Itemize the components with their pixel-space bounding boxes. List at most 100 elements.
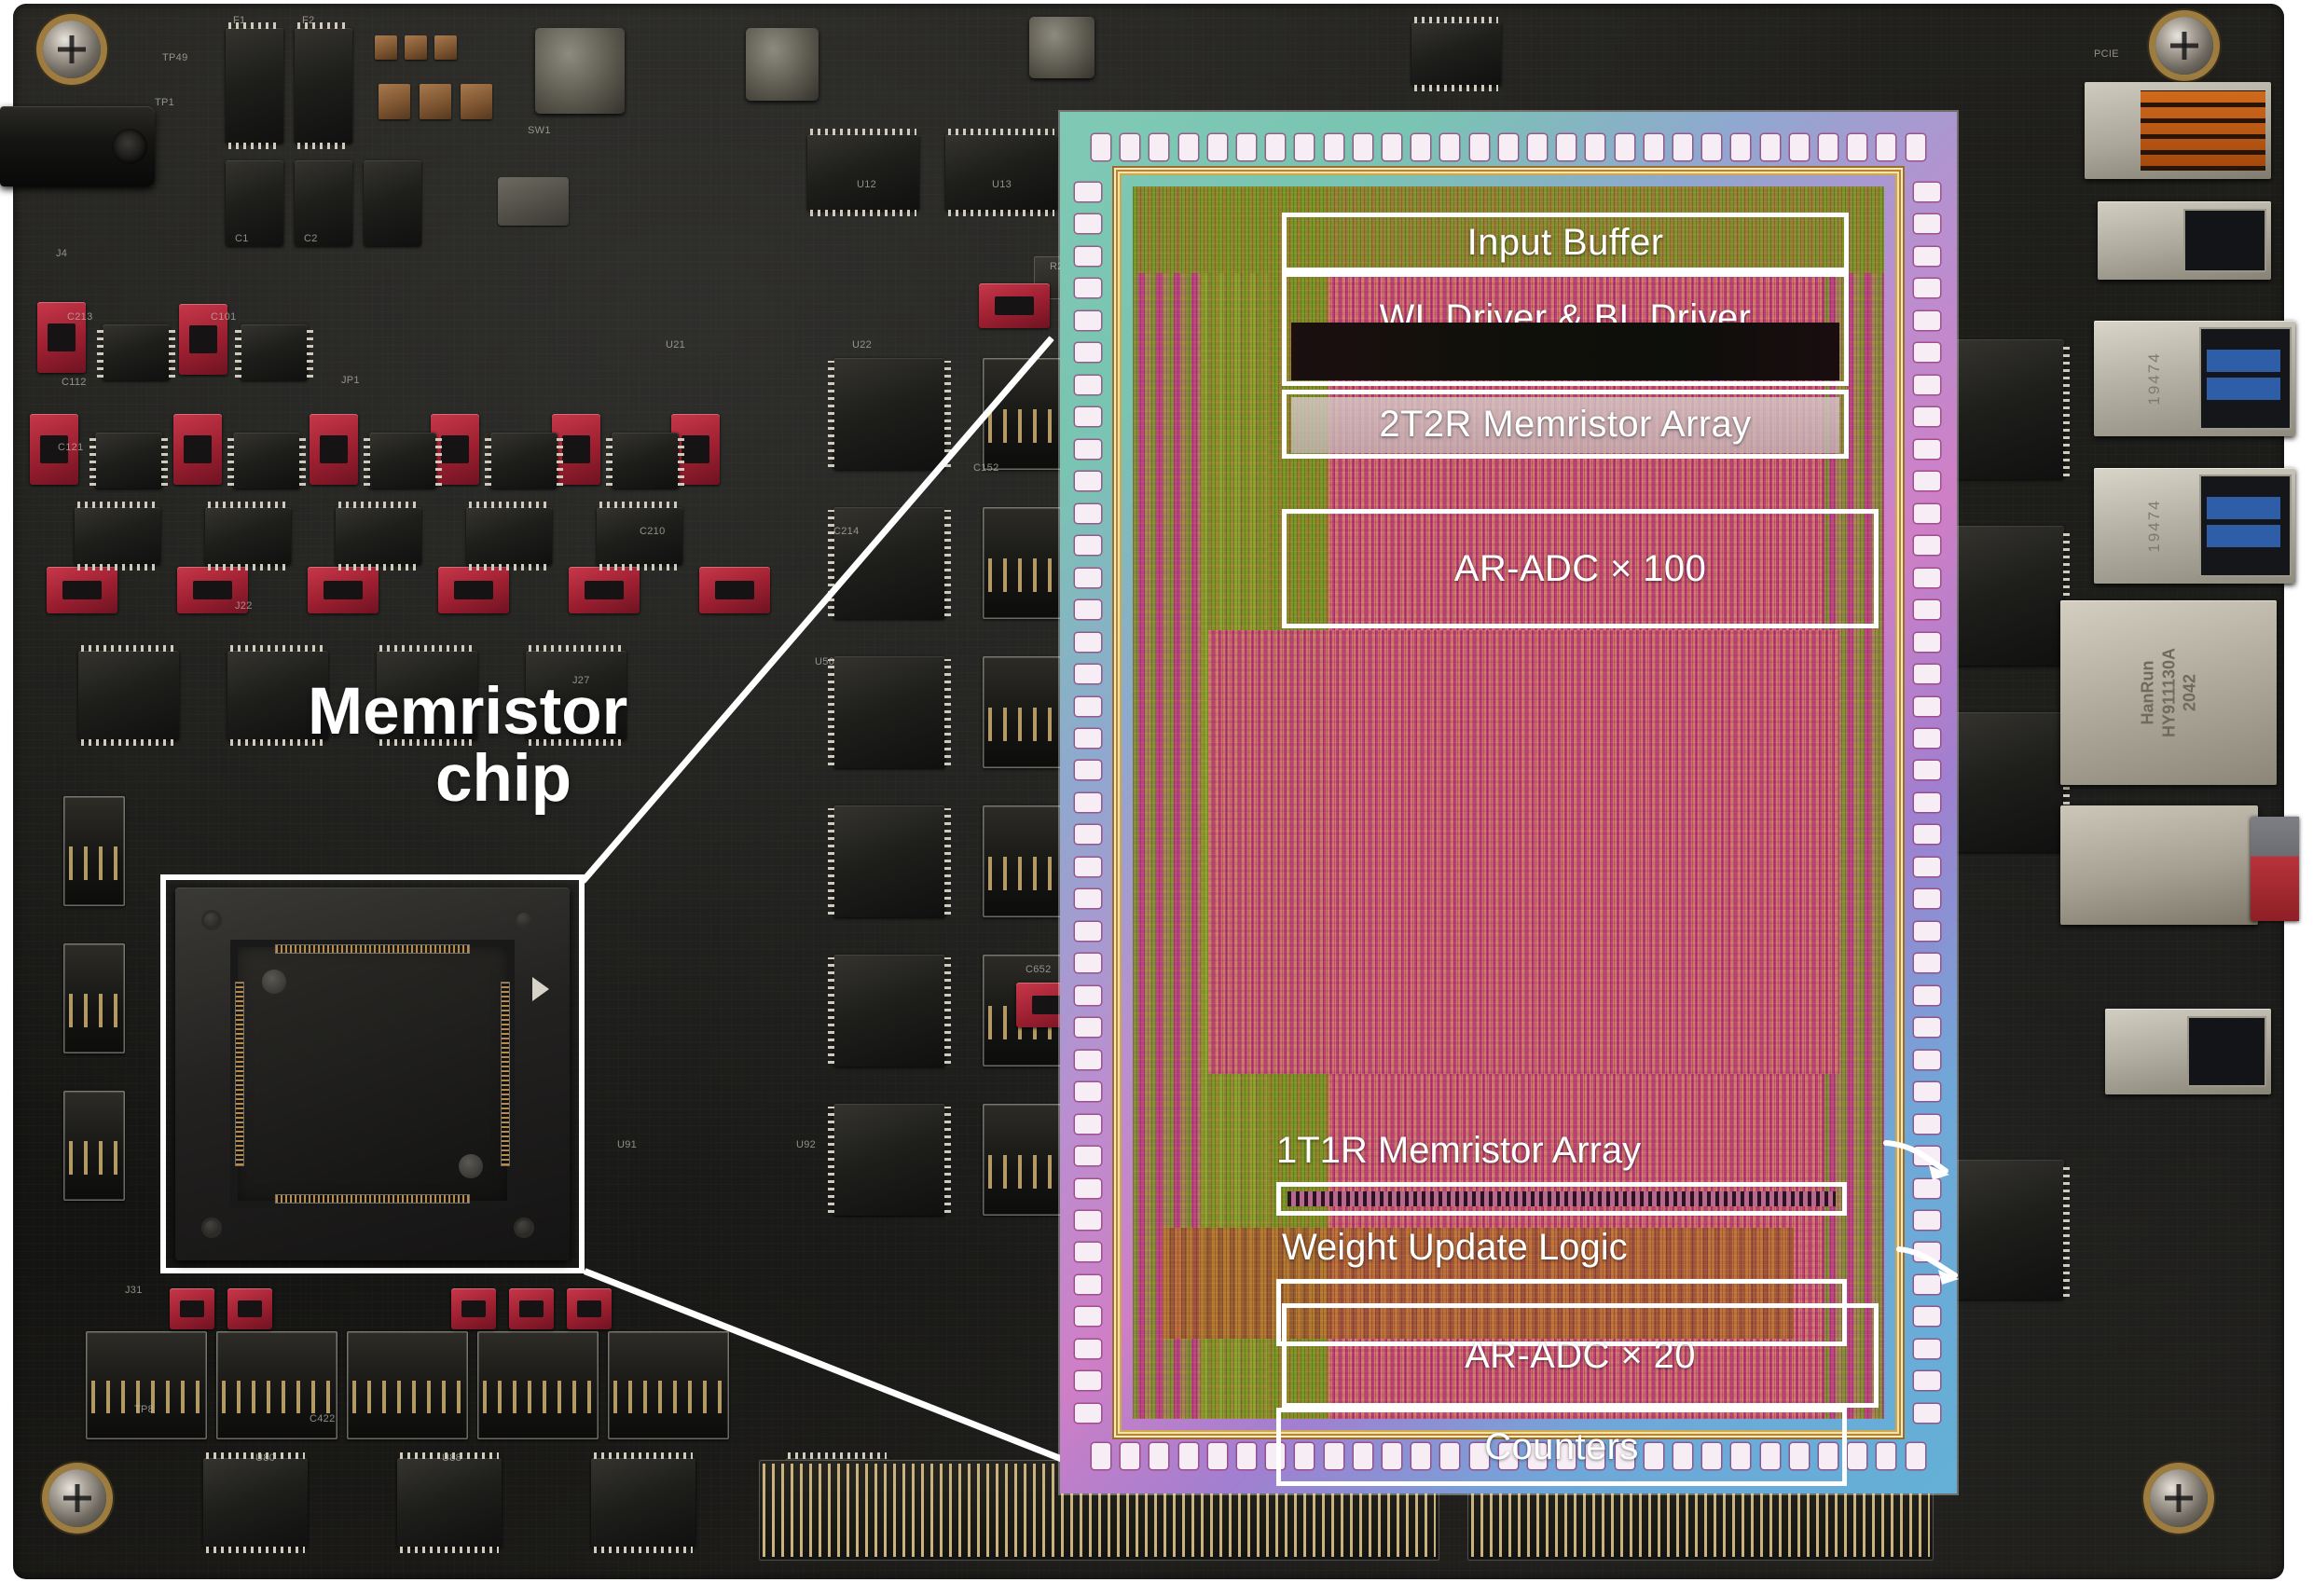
die-bond-pad (1914, 503, 1940, 523)
die-bond-pad (1914, 310, 1940, 330)
tssop-5-pins-bottom (599, 564, 680, 571)
right-logic-ic-4-pins-right (2063, 1163, 2070, 1297)
die-bond-pad (1150, 1443, 1169, 1469)
die-micrograph-inset: Input Buffer WL Driver & BL Driver 2T2R … (1060, 112, 1959, 1493)
bottom-right-connector[interactable] (2105, 1009, 2271, 1094)
memristor-chip-socket-highlight[interactable] (160, 874, 585, 1273)
tact-switch-sw1[interactable] (498, 177, 569, 226)
die-bond-pad (1914, 921, 1940, 941)
usb3-connector-lower[interactable]: 19474 (2094, 468, 2295, 584)
mini-usb-connector[interactable] (2085, 82, 2271, 179)
die-bond-pad (1877, 1443, 1896, 1469)
bottom-jumper-3[interactable] (451, 1288, 496, 1329)
tssop-4 (466, 502, 552, 571)
bottom-terminal-5[interactable] (608, 1331, 729, 1439)
left-edge-connector-2[interactable] (63, 943, 125, 1053)
die-bond-pad (1266, 134, 1286, 160)
center-jumper-1[interactable] (979, 283, 1050, 328)
die-block-counters-label: Counters (1484, 1425, 1639, 1467)
tssop-3-pins-bottom (338, 564, 419, 571)
bottom-jumper-5[interactable] (567, 1288, 612, 1329)
center-ic-3-pins-right (944, 659, 951, 765)
socket-pads-right (501, 983, 509, 1165)
die-bond-pad (1237, 134, 1257, 160)
silkscreen-label: C422 (310, 1413, 336, 1424)
fuse-f2 (295, 22, 352, 149)
die-bond-pad (1075, 536, 1101, 556)
jumper-row2-2[interactable] (173, 414, 222, 485)
jumper-row3-4[interactable] (438, 567, 509, 613)
memristor-chip-socket[interactable] (175, 887, 570, 1260)
bottom-terminal-4[interactable] (477, 1331, 599, 1439)
tssop-1 (75, 502, 160, 571)
silkscreen-label: C652 (1026, 964, 1052, 975)
soic-r1c1 (97, 324, 175, 380)
silkscreen-label: JP1 (341, 375, 360, 386)
die-bond-pad (1150, 134, 1169, 160)
center-ic-3-pins-left (828, 659, 834, 765)
bottom-jumper-1[interactable] (170, 1288, 214, 1329)
center-ic-6-pins-left (828, 1107, 834, 1213)
silkscreen-label: U12 (857, 179, 877, 190)
sd-card-slot[interactable] (2060, 805, 2258, 925)
top-ic-u14 (1411, 17, 1501, 91)
silkscreen-label: TP49 (162, 52, 188, 63)
top-ic-u12 (807, 129, 919, 216)
die-bond-pad (1075, 1371, 1101, 1391)
jumper-row2-3[interactable] (310, 414, 358, 485)
jumper-row3-5[interactable] (569, 567, 640, 613)
usb3-connector-upper-code: 19474 (2144, 351, 2163, 406)
smd-cap-a6 (461, 84, 492, 119)
die-bond-pad (1121, 1443, 1140, 1469)
socket-alignment-dot-tl (262, 970, 287, 994)
silkscreen-label: TP8 (134, 1404, 155, 1415)
die-bond-pad (1075, 1243, 1101, 1262)
soic-r2c5-pins-right (678, 435, 684, 486)
left-edge-connector-3[interactable] (63, 1091, 125, 1201)
soic-r2c3-pins-right (435, 435, 442, 486)
die-bond-pad (1914, 1403, 1940, 1423)
smd-cap-a4 (379, 84, 410, 119)
bottom-jumper-4[interactable] (509, 1288, 554, 1329)
bottom-jumper-2[interactable] (227, 1288, 272, 1329)
socket-pads-top (275, 945, 470, 953)
usb-type-a-connector[interactable] (2098, 201, 2271, 280)
socket-corner-bl (201, 1218, 222, 1238)
die-bond-pad (1178, 134, 1198, 160)
left-edge-connector-1[interactable] (63, 796, 125, 906)
die-bond-pad (1914, 279, 1940, 298)
die-bond-pad (1075, 600, 1101, 620)
jumper-row3-1[interactable] (47, 567, 117, 613)
bottom-terminal-1[interactable] (86, 1331, 207, 1439)
tssop-5-pins-top (599, 502, 680, 508)
die-bond-pad (1075, 1178, 1101, 1198)
die-bond-pad (1914, 439, 1940, 459)
smd-cap-a5 (420, 84, 451, 119)
die-bond-pad (1877, 134, 1896, 160)
bottom-terminal-3[interactable] (347, 1331, 468, 1439)
silkscreen-label: U21 (666, 339, 686, 351)
jumper-row3-6[interactable] (699, 567, 770, 613)
die-bond-pad (1075, 665, 1101, 684)
die-bond-pad (1411, 134, 1431, 160)
silkscreen-label: J4 (56, 248, 68, 259)
die-bond-pad (1557, 134, 1576, 160)
ethernet-rj45-connector[interactable]: HanRun HY911130A 2042 (2060, 600, 2277, 785)
die-bond-pad (1075, 1082, 1101, 1102)
die-bond-pad (1075, 1050, 1101, 1069)
sd-card-inserted[interactable] (2251, 817, 2299, 921)
die-bond-pad (1178, 1443, 1198, 1469)
tssop-1-pins-top (77, 502, 158, 508)
soic-r2c2-pins-left (227, 435, 234, 486)
die-block-1t1r-array-strip-fill (1287, 1191, 1836, 1206)
jumper-row3-3[interactable] (308, 567, 379, 613)
soic-mid-1 (78, 645, 179, 746)
die-block-ar-adc-100: AR-ADC × 100 (1282, 509, 1879, 628)
center-ic-4-pins-right (944, 808, 951, 915)
mini-usb-contact-block (2141, 90, 2265, 171)
die-bond-pads-left (1075, 183, 1103, 1423)
right-logic-ic-2 (1947, 526, 2070, 666)
usb3-connector-upper[interactable]: 19474 (2094, 321, 2295, 436)
soic-r1c1-pins-right (169, 327, 175, 378)
socket-corner-br (514, 1218, 534, 1238)
